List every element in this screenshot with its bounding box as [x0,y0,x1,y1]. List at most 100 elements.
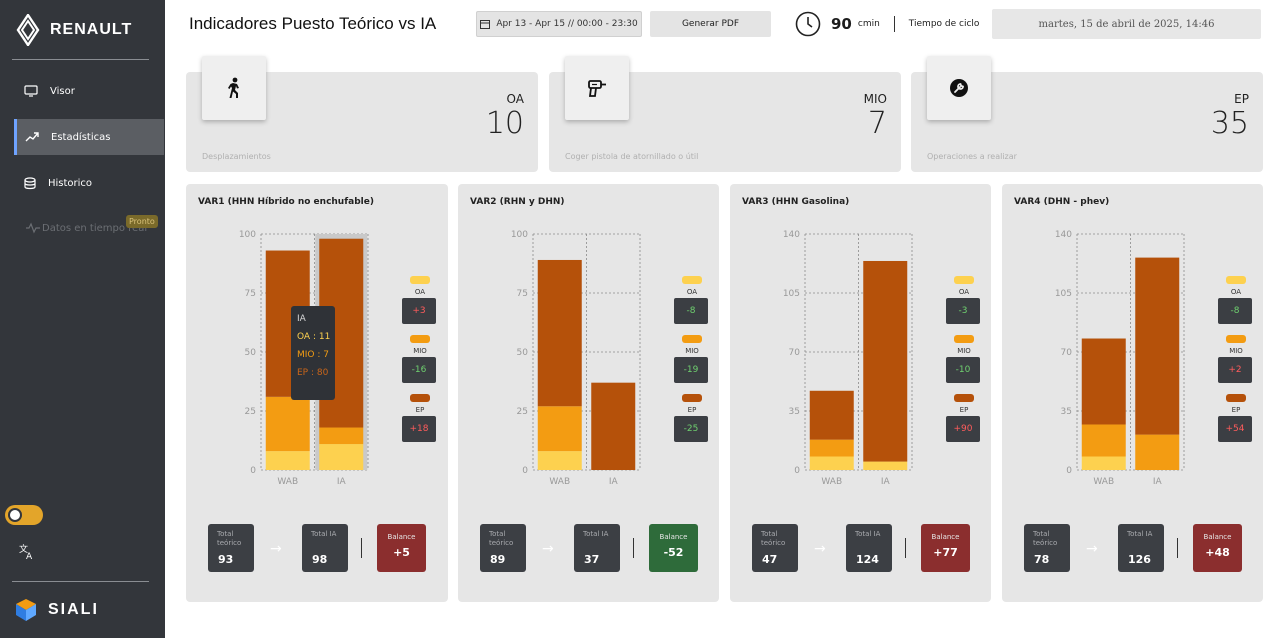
total-teorico-label: Total teórico [217,530,242,547]
legend-diff-value: -25 [674,416,708,442]
date-range-button[interactable]: Apr 13 - Apr 15 // 00:00 - 23:30 [476,11,642,37]
svg-text:A: A [26,552,33,559]
bar-segment-oa[interactable] [537,451,582,470]
x-tick-label: IA [609,477,619,487]
cycle-time-label: Tiempo de ciclo [908,19,980,29]
total-teorico-value: 47 [762,553,778,566]
bar-segment-oa[interactable] [863,461,908,470]
total-teorico-box: Total teórico 78 [1024,524,1070,572]
chart-card-var3: VAR3 (HHN Gasolina) 0 35 70 105 140 WAB IA OA -3 M… [730,184,991,602]
bar-segment-ep[interactable] [537,259,582,407]
balance-label: Balance [1203,533,1232,541]
y-tick-label: 0 [250,466,256,476]
x-tick-label: IA [1153,477,1163,487]
theme-toggle[interactable] [5,505,43,525]
bar-segment-mio[interactable] [537,406,582,452]
bar-segment-ep[interactable] [1081,338,1126,425]
y-tick-label: 75 [245,289,256,299]
y-tick-label: 35 [1061,407,1072,417]
toggle-knob [8,508,22,522]
kpi-description: Desplazamientos [202,152,271,161]
bar-segment-oa[interactable] [809,456,854,470]
total-ia-value: 126 [1128,553,1151,566]
bar-chart: 0 25 50 75 100 WAB IA [511,230,641,487]
legend-swatch [410,394,430,402]
y-tick-label: 25 [517,407,528,417]
sidebar-item-visor[interactable]: Visor [14,73,164,109]
y-tick-label: 105 [783,289,800,299]
arrow-right-icon: → [542,541,554,557]
balance-box: Balance +5 [377,524,426,572]
legend-swatch [1226,276,1246,284]
cycle-time-value: 90 [831,15,852,33]
siali-logo: SIALI [12,597,99,623]
kpi-icon-box [202,56,266,120]
bar-segment-mio[interactable] [265,396,310,452]
bar-segment-mio[interactable] [1081,424,1126,457]
bar-segment-oa[interactable] [265,451,310,470]
translate-icon[interactable]: 文 A [19,543,35,559]
legend-swatch [410,276,430,284]
bar-segment-oa[interactable] [1081,456,1126,470]
screw-gun-icon [588,80,606,97]
database-icon [24,176,36,189]
bar-segment-mio[interactable] [319,427,364,445]
balance-label: Balance [931,533,960,541]
y-tick-label: 50 [245,348,257,358]
bar-segment-mio[interactable] [1135,434,1180,470]
balance-label: Balance [387,533,416,541]
totals-separator [361,538,362,558]
arrow-right-icon: → [1086,541,1098,557]
legend-item-ep: EP +90 [946,394,982,453]
legend-diff-value: -10 [946,357,980,383]
legend-label: MIO [685,347,699,355]
legend-diff-value: -16 [402,357,436,383]
bar-segment-ep[interactable] [1135,257,1180,435]
bar-segment-ep[interactable] [591,382,636,470]
bar-segment-oa[interactable] [319,444,364,470]
legend-label: OA [414,288,426,296]
cycle-time-unit: cmin [857,19,880,29]
calendar-icon [480,20,491,29]
legend-diff-value: +3 [402,298,436,324]
date-range-text: Apr 13 - Apr 15 // 00:00 - 23:30 [496,19,638,29]
legend-item-oa: OA -8 [1218,276,1254,335]
legend-swatch [410,335,430,343]
bar-segment-ep[interactable] [863,260,908,462]
sidebar-item-estadisticas[interactable]: Estadísticas [14,119,164,155]
bar-segment-mio[interactable] [809,439,854,457]
y-tick-label: 100 [511,230,528,240]
total-ia-label: Total IA [311,530,337,538]
sidebar-divider [12,581,149,582]
sidebar-item-label: Visor [50,85,75,97]
generate-pdf-button[interactable]: Generar PDF [650,11,771,37]
y-tick-label: 140 [1055,230,1072,240]
legend-swatch [954,276,974,284]
kpi-code: MIO [863,92,887,106]
legend-item-mio: MIO -10 [946,335,982,394]
balance-box: Balance +48 [1193,524,1242,572]
walking-person-icon [228,77,239,98]
legend-diff-value: -19 [674,357,708,383]
arrow-right-icon: → [814,541,826,557]
wrench-icon [950,79,968,97]
page-title: Indicadores Puesto Teórico vs IA [189,14,437,33]
sidebar-item-historico[interactable]: Historico [14,165,164,201]
legend-label: MIO [957,347,971,355]
x-tick-label: WAB [549,477,570,487]
legend-swatch [682,276,702,284]
totals-separator [1177,538,1178,558]
balance-value: -52 [663,546,684,559]
y-tick-label: 105 [1055,289,1072,299]
total-teorico-value: 89 [490,553,506,566]
chart-title: VAR1 (HHN Híbrido no enchufable) [198,197,374,207]
total-teorico-value: 78 [1034,553,1050,566]
balance-value: +5 [393,546,410,559]
y-tick-label: 0 [1066,466,1072,476]
renault-logo[interactable]: RENAULT [16,12,132,48]
x-tick-label: WAB [277,477,298,487]
sidebar: RENAULT Visor Estadísticas Historico Dat… [0,0,165,638]
bar-segment-ep[interactable] [809,390,854,440]
kpi-value: 7 [867,106,887,141]
pulse-icon [26,222,40,234]
